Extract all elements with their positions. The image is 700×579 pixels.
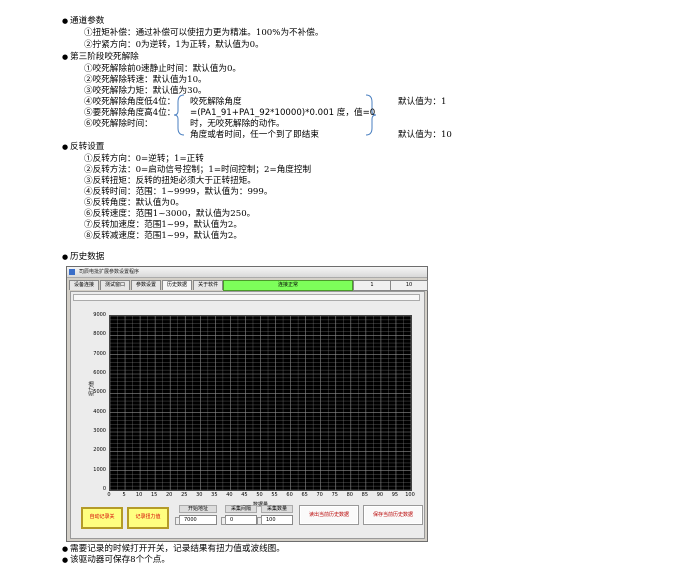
x-tick-label: 35 xyxy=(211,492,218,498)
x-tick-label: 90 xyxy=(376,492,384,498)
start-address-group: 开始地址 7000 xyxy=(175,505,217,525)
x-tick-label: 55 xyxy=(271,492,278,498)
x-tick-label: 0 xyxy=(107,492,111,498)
interval-input[interactable]: 0 xyxy=(221,515,257,525)
section-title-history: 历史数据 xyxy=(62,252,104,263)
reverse-line-7: ⑦反转加速度：范围1~99，默认值为2。 xyxy=(84,220,242,230)
x-tick-label: 45 xyxy=(241,492,248,498)
section-title-channel: 通道参数 xyxy=(62,16,104,27)
reverse-line-6: ⑥反转速度：范围1~3000，默认值为250。 xyxy=(84,209,256,219)
chart-grid xyxy=(109,315,412,491)
x-tick-label: 40 xyxy=(226,492,233,498)
reverse-line-4: ④反转时间：范围：1~9999，默认值为：999。 xyxy=(84,187,273,197)
section-title-reverse: 反转设置 xyxy=(62,142,104,153)
x-tick-label: 20 xyxy=(166,492,173,498)
window-titlebar: 司辰电批扩展参数设置程序 xyxy=(67,267,427,278)
tab-param-settings[interactable]: 参数设置 xyxy=(131,280,162,290)
reverse-line-3: ③反转扭矩：反转的扭矩必须大于正转扭矩。 xyxy=(84,176,256,186)
connection-status: 连接正常 xyxy=(223,280,353,291)
start-address-label: 开始地址 xyxy=(179,505,217,513)
y-tick-label: 2000 xyxy=(93,447,106,454)
footer-line-1: 需要记录的时候打开开关，记录结果有扭力值或波线图。 xyxy=(62,544,285,555)
x-tick-label: 30 xyxy=(196,492,203,498)
y-tick-label: 6000 xyxy=(93,370,106,376)
status-box-2: 10 xyxy=(390,280,428,291)
y-tick-label: 3000 xyxy=(93,428,106,434)
y-tick-label: 4000 xyxy=(93,408,106,415)
x-tick-label: 60 xyxy=(286,492,293,498)
record-torque-button[interactable]: 记录扭力值 xyxy=(127,507,169,529)
default-value-1: 默认值为：1 xyxy=(398,97,447,107)
y-tick-label: 7000 xyxy=(93,350,106,357)
x-tick-label: 100 xyxy=(405,492,415,498)
tab-about[interactable]: 关于软件 xyxy=(193,280,224,290)
reverse-line-2: ②反转方法：0=启动信号控制；1=时间控制；2=角度控制 xyxy=(84,165,312,175)
x-tick-label: 85 xyxy=(361,492,369,498)
y-tick-label: 8000 xyxy=(93,331,106,338)
window-title: 司辰电批扩展参数设置程序 xyxy=(79,269,140,275)
y-tick-label: 1000 xyxy=(93,466,106,473)
reverse-line-5: ⑤反转角度：默认值为0。 xyxy=(84,198,184,208)
read-history-button[interactable]: 读出当前历史数据 xyxy=(299,505,359,525)
stage3-line-3: ③咬死解除力矩：默认值为30。 xyxy=(84,86,207,96)
x-tick-label: 5 xyxy=(122,492,126,498)
app-window: 司辰电批扩展参数设置程序 设备连接 测试窗口 参数设置 历史数据 关于软件 连接… xyxy=(66,266,428,542)
auto-record-button[interactable]: 自动记录关 xyxy=(81,507,123,529)
tab-bar: 设备连接 测试窗口 参数设置 历史数据 关于软件 xyxy=(69,280,224,290)
tab-test-window[interactable]: 测试窗口 xyxy=(100,280,131,290)
stage3-line-2: ②咬死解除转速：默认值为10。 xyxy=(84,75,207,85)
footer-line-2: 该驱动器可保存8个个点。 xyxy=(62,555,170,566)
reverse-line-1: ①反转方向：0=逆转；1=正转 xyxy=(84,154,204,164)
note-line-3: 时，无咬死解除的动作。 xyxy=(190,119,285,129)
start-address-input[interactable]: 7000 xyxy=(175,515,217,525)
x-tick-label: 95 xyxy=(391,492,399,498)
interval-label: 采集间隔 xyxy=(225,505,257,513)
x-tick-label: 10 xyxy=(135,492,143,498)
note-line-4: 角度或者时间，任一个到了即结束 xyxy=(190,130,319,140)
left-brace-icon xyxy=(173,94,185,136)
x-tick-label: 70 xyxy=(316,492,323,498)
reverse-line-8: ⑧反转减速度：范围1~99，默认值为2。 xyxy=(84,231,242,241)
status-box-1: 1 xyxy=(353,280,391,291)
note-line-2: =(PA1_91+PA1_92*10000)*0.001 度，值=0 xyxy=(190,108,376,118)
section-title-stage3: 第三阶段咬死解除 xyxy=(62,52,139,63)
y-tick-label: 9000 xyxy=(93,312,106,318)
count-input[interactable]: 100 xyxy=(257,515,293,525)
x-tick-label: 15 xyxy=(150,492,158,498)
tab-device-connect[interactable]: 设备连接 xyxy=(69,280,100,290)
tab-history-data[interactable]: 历史数据 xyxy=(162,280,193,290)
interval-group: 采集间隔 0 xyxy=(221,505,257,525)
channel-line-1: ①扭矩补偿：通过补偿可以使扭力更为精准。100%为不补偿。 xyxy=(84,28,324,38)
chart-plot-area xyxy=(109,315,412,491)
count-group: 采集数量 100 xyxy=(257,505,293,525)
y-tick-label: 5000 xyxy=(93,389,106,396)
x-tick-label: 65 xyxy=(301,492,308,498)
stage3-line-4: ④咬死解除角度低4位： xyxy=(84,97,176,107)
x-tick-label: 75 xyxy=(331,492,338,498)
note-line-1: 咬死解除角度 xyxy=(190,97,242,107)
channel-line-2: ②拧紧方向：0为逆转，1为正转，默认值为0。 xyxy=(84,40,264,50)
x-tick-label: 80 xyxy=(346,492,353,498)
app-icon xyxy=(69,269,75,275)
x-tick-label: 50 xyxy=(256,492,263,498)
x-tick-label: 25 xyxy=(181,492,188,498)
stage3-line-1: ①咬死解除前0速静止时间：默认值为0。 xyxy=(84,64,242,74)
stage3-line-5: ⑤要死解除角度高4位： xyxy=(84,108,176,118)
count-label: 采集数量 xyxy=(261,505,293,513)
progress-bar xyxy=(73,294,420,301)
stage3-line-6: ⑥咬死解除时间： xyxy=(84,119,153,129)
save-history-button[interactable]: 保存当前历史数据 xyxy=(363,505,423,525)
default-value-2: 默认值为：10 xyxy=(398,130,452,140)
